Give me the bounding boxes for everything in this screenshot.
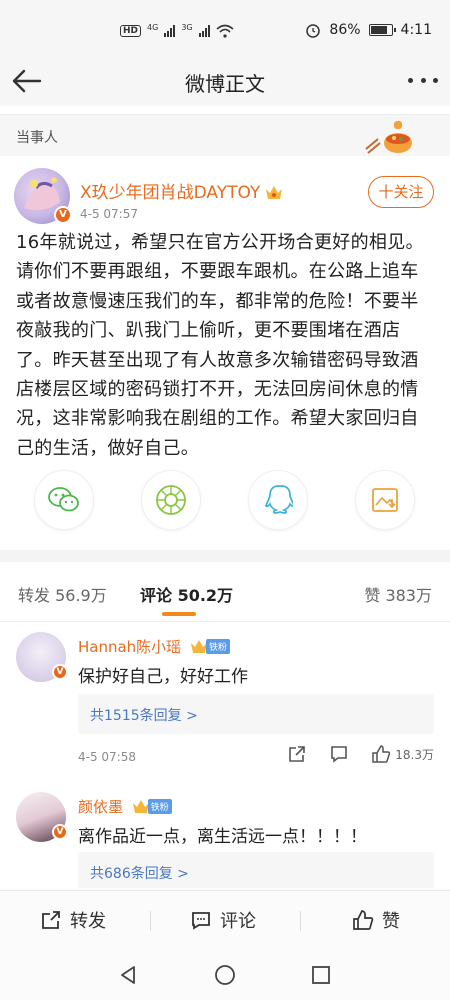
comment-text: 保护好自己，好好工作 — [78, 667, 248, 687]
commenter-name-text: Hannah陈小瑶 — [78, 638, 182, 656]
status-right: 86% 4:11 — [305, 22, 432, 38]
repost-label: 转发 — [70, 911, 106, 932]
moments-icon — [156, 485, 186, 515]
network-3g-label: 3G — [181, 22, 193, 32]
wifi-icon — [216, 24, 234, 38]
commenter-name[interactable]: Hannah陈小瑶 铁粉 — [78, 636, 230, 657]
fan-badge-label: 铁粉 — [205, 638, 230, 654]
battery-icon — [368, 24, 396, 36]
network-4g-label: 4G — [147, 22, 159, 32]
nav-recents-icon[interactable] — [310, 964, 332, 986]
repost-icon — [42, 911, 60, 929]
like-label: 赞 — [382, 911, 400, 932]
comment-button[interactable]: 评论 — [190, 907, 256, 933]
commenter-name[interactable]: 颜依墨 铁粉 — [78, 796, 172, 817]
more-dot — [420, 77, 426, 83]
section-divider — [0, 550, 450, 562]
active-tab-indicator — [162, 612, 196, 616]
verified-badge: V — [52, 824, 68, 840]
fan-badge-label: 铁粉 — [147, 798, 172, 814]
nav-back-icon[interactable] — [118, 964, 140, 986]
tab-repost[interactable]: 转发 56.9万 — [18, 582, 107, 606]
reply-summary[interactable]: 共1515条回复 > — [78, 694, 434, 734]
author-name[interactable]: X玖少年团肖战DAYTOY — [80, 178, 284, 203]
bottom-action-bar: 转发 评论 赞 — [0, 890, 450, 950]
reply-count-link[interactable]: 共686条回复 > — [90, 863, 189, 883]
tab-comment[interactable]: 评论 50.2万 — [140, 582, 233, 606]
repost-button[interactable]: 转发 — [40, 907, 106, 933]
author-avatar[interactable]: V — [14, 168, 72, 224]
more-dot — [433, 77, 438, 83]
comment-time: 4-5 07:58 — [78, 750, 136, 764]
nav-home-icon[interactable] — [214, 964, 236, 986]
comment-icon[interactable] — [329, 744, 349, 764]
thumbs-up-icon — [372, 745, 391, 763]
divider — [300, 911, 301, 931]
comment-item: V 颜依墨 铁粉 离作品近一点，离生活远一点！！！！ 共686条回复 > — [0, 792, 450, 888]
commenter-avatar[interactable]: V — [16, 632, 68, 682]
alarm-clock-icon — [306, 24, 321, 38]
comment-actions: 18.3万 — [287, 744, 434, 764]
comment-icon — [192, 912, 210, 930]
share-qq-button[interactable] — [248, 470, 308, 530]
like-count: 18.3万 — [395, 747, 434, 762]
thumbs-up-icon — [353, 910, 374, 930]
tab-like[interactable]: 赞 383万 — [364, 582, 432, 606]
like-button[interactable]: 赞 — [352, 907, 400, 933]
post-time: 4-5 07:57 — [80, 207, 138, 221]
comment-item: V Hannah陈小瑶 铁粉 保护好自己，好好工作 共1515条回复 > 4-5… — [0, 632, 450, 772]
battery-percent: 86% — [329, 22, 361, 38]
commenter-avatar[interactable]: V — [16, 792, 68, 842]
save-image-icon — [372, 488, 398, 512]
divider — [150, 911, 151, 931]
hotpot-sticker-icon — [365, 121, 412, 154]
page-title: 微博正文 — [185, 72, 265, 96]
signal-icon — [164, 25, 176, 37]
hd-badge: HD — [120, 25, 142, 37]
more-button[interactable] — [408, 70, 438, 90]
qq-icon — [265, 485, 293, 514]
signal-icon-2 — [198, 25, 210, 37]
share-row — [0, 470, 450, 536]
more-dot — [408, 77, 413, 83]
comment-text: 离作品近一点，离生活远一点！！！！ — [78, 827, 367, 847]
reply-count-link[interactable]: 共1515条回复 > — [90, 705, 198, 725]
verified-badge: V — [54, 206, 72, 224]
clock-time: 4:11 — [400, 22, 432, 38]
fan-badge: 铁粉 — [132, 798, 172, 814]
follow-button[interactable]: 十关注 — [368, 176, 434, 208]
tabs-divider — [0, 621, 450, 622]
status-bar: HD 4G 3G 86% 4:11 — [0, 0, 450, 64]
share-icon[interactable] — [287, 744, 307, 764]
share-moments-button[interactable] — [141, 470, 201, 530]
comment-label: 评论 — [220, 911, 256, 932]
top-nav-bar: 微博正文 — [0, 56, 450, 106]
reply-summary[interactable]: 共686条回复 > — [78, 852, 434, 888]
context-bar: 当事人 — [0, 114, 450, 156]
fan-badge: 铁粉 — [190, 638, 230, 654]
verified-badge: V — [52, 664, 68, 680]
crown-icon — [266, 186, 283, 199]
save-image-button[interactable] — [355, 470, 415, 530]
wechat-icon — [48, 487, 79, 512]
context-label: 当事人 — [16, 130, 58, 146]
like-action[interactable]: 18.3万 — [371, 744, 434, 764]
share-wechat-button[interactable] — [34, 470, 94, 530]
commenter-name-text: 颜依墨 — [78, 798, 124, 816]
author-name-text: X玖少年团肖战DAYTOY — [80, 183, 261, 203]
system-nav-bar — [0, 950, 450, 1000]
interaction-tabs: 转发 56.9万 评论 50.2万 赞 383万 — [0, 562, 450, 622]
status-left: HD 4G 3G — [120, 22, 234, 38]
post-content: 16年就说过，希望只在官方公开场合更好的相见。请你们不要再跟组，不要跟车跟机。在… — [16, 232, 424, 459]
